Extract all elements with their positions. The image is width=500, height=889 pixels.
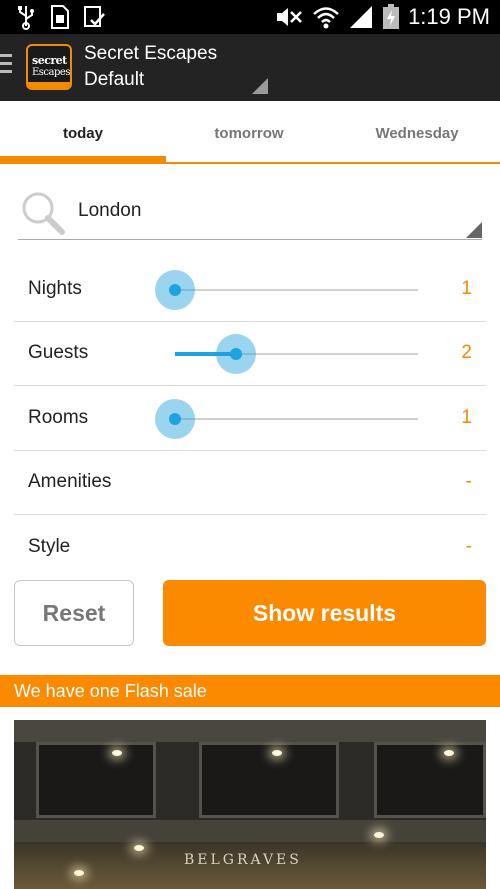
rooms-slider[interactable] <box>155 387 418 451</box>
status-time: 1:19 PM <box>408 4 490 29</box>
amenities-value: - <box>465 471 472 492</box>
logo-text-secret: secret <box>32 54 67 67</box>
logo-text-escapes: Escapes <box>32 67 70 78</box>
style-label: Style <box>28 536 71 557</box>
nights-value: 1 <box>461 278 472 299</box>
tab-wednesday[interactable]: Wednesday <box>334 101 500 165</box>
style-row[interactable]: Style - <box>14 516 486 580</box>
slider-thumb[interactable] <box>155 399 195 439</box>
guests-slider[interactable] <box>175 322 418 386</box>
action-bar: secret Escapes Secret Escapes Default <box>0 34 500 101</box>
guests-label: Guests <box>28 342 89 363</box>
app-logo[interactable]: secret Escapes <box>26 44 72 90</box>
rooms-value: 1 <box>461 407 472 428</box>
signal-icon <box>348 4 374 30</box>
guests-row: Guests 2 <box>14 322 486 386</box>
nights-row: Nights 1 <box>14 258 486 322</box>
mute-icon <box>274 4 304 30</box>
status-bar: 1:19 PM <box>0 0 500 34</box>
wifi-icon <box>312 4 340 30</box>
show-results-button[interactable]: Show results <box>163 580 486 646</box>
tab-active-indicator <box>0 156 166 164</box>
spinner-dropdown-icon[interactable] <box>252 78 268 94</box>
search-dropdown-icon[interactable] <box>466 222 482 238</box>
amenities-label: Amenities <box>28 471 112 492</box>
app-title: Secret Escapes <box>84 43 218 64</box>
search-value: London <box>78 200 142 221</box>
download-done-icon <box>82 4 106 30</box>
profile-spinner[interactable]: Default <box>84 69 144 91</box>
search-icon <box>20 190 66 236</box>
reset-button[interactable]: Reset <box>14 580 134 646</box>
battery-charging-icon <box>382 4 400 30</box>
style-value: - <box>465 536 472 557</box>
rooms-row: Rooms 1 <box>14 387 486 451</box>
slider-thumb[interactable] <box>216 334 256 374</box>
rooms-label: Rooms <box>28 407 89 428</box>
hotel-sign-text: BELGRAVES <box>184 852 302 868</box>
nights-slider[interactable] <box>155 258 418 322</box>
tab-tomorrow[interactable]: tomorrow <box>166 101 332 165</box>
flash-sale-banner[interactable]: We have one Flash sale <box>0 675 500 707</box>
amenities-row[interactable]: Amenities - <box>14 451 486 515</box>
slider-thumb[interactable] <box>155 270 195 310</box>
nights-label: Nights <box>28 278 82 299</box>
usb-icon <box>14 4 38 30</box>
location-search-field[interactable]: London <box>18 186 482 240</box>
sim-card-icon <box>48 4 72 30</box>
guests-value: 2 <box>461 342 472 363</box>
menu-icon[interactable] <box>0 54 12 76</box>
hotel-image[interactable]: BELGRAVES <box>14 720 486 889</box>
